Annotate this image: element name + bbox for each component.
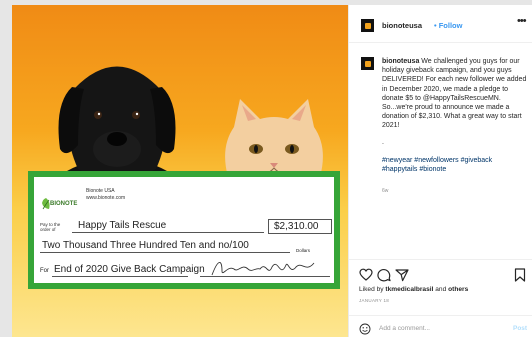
- post-image[interactable]: BIONOTE Bionote USA www.bionote.com Pay …: [12, 5, 348, 337]
- memo-text: End of 2020 Give Back Campaign: [54, 264, 205, 275]
- bookmark-icon[interactable]: [513, 268, 527, 282]
- for-label: For: [40, 268, 49, 274]
- post-comment-button[interactable]: Post: [513, 325, 527, 332]
- signature-underline: [200, 276, 330, 277]
- emoji-icon[interactable]: [359, 323, 371, 335]
- amount-in-words: Two Thousand Three Hundred Ten and no/10…: [42, 240, 249, 251]
- post-date: JANUARY 18: [359, 298, 390, 303]
- memo-underline: [52, 276, 188, 277]
- action-bar: [349, 259, 532, 282]
- amount-box: $2,310.00: [268, 219, 332, 234]
- pay-to-label: Pay to the order of: [40, 222, 61, 232]
- header-username[interactable]: bionoteusa: [382, 21, 422, 30]
- heart-icon[interactable]: [359, 268, 373, 282]
- follow-button[interactable]: • Follow: [434, 21, 462, 30]
- liked-by-user[interactable]: tkmedicalbrasil: [385, 286, 433, 293]
- liked-by-mid: and: [433, 286, 449, 293]
- donation-check: BIONOTE Bionote USA www.bionote.com Pay …: [28, 171, 340, 289]
- post-panel: bionoteusa • Follow ••• bionoteusa We ch…: [348, 5, 532, 337]
- time-ago: 6w: [382, 188, 389, 194]
- logo-dot: [364, 60, 371, 67]
- avatar[interactable]: [361, 19, 374, 32]
- dollars-label: Dollars: [296, 248, 311, 253]
- caption-separator: .: [382, 139, 384, 146]
- more-options-icon[interactable]: •••: [517, 15, 527, 27]
- hashtags[interactable]: #newyear #newfollowers #giveback #happyt…: [382, 156, 528, 174]
- caption-avatar[interactable]: [361, 57, 374, 70]
- comment-input[interactable]: [379, 321, 499, 335]
- payer-block: Bionote USA www.bionote.com: [86, 188, 125, 202]
- caption-text: bionoteusa We challenged you guys for ou…: [382, 57, 530, 131]
- payer-website: www.bionote.com: [86, 195, 126, 201]
- bionote-logo-text: BIONOTE: [50, 201, 78, 207]
- words-underline: [40, 252, 290, 253]
- check-body: BIONOTE Bionote USA www.bionote.com Pay …: [34, 177, 334, 283]
- bionote-logo: BIONOTE: [40, 197, 77, 211]
- liked-by-prefix: Liked by: [359, 286, 386, 293]
- comment-icon[interactable]: [377, 268, 391, 282]
- logo-dot: [364, 22, 371, 29]
- caption-body: We challenged you guys for our holiday g…: [382, 58, 527, 130]
- payee-name: Happy Tails Rescue: [78, 220, 167, 231]
- comment-bar: Post: [349, 315, 532, 337]
- payer-name: Bionote USA: [86, 188, 115, 194]
- liked-by: Liked by tkmedicalbrasil and others: [359, 286, 468, 293]
- share-icon[interactable]: [395, 268, 409, 282]
- payee-underline: [72, 232, 264, 233]
- post-header: bionoteusa • Follow •••: [349, 5, 532, 43]
- liked-by-others[interactable]: others: [448, 286, 468, 293]
- signature: [211, 262, 315, 276]
- caption-username[interactable]: bionoteusa: [382, 58, 419, 65]
